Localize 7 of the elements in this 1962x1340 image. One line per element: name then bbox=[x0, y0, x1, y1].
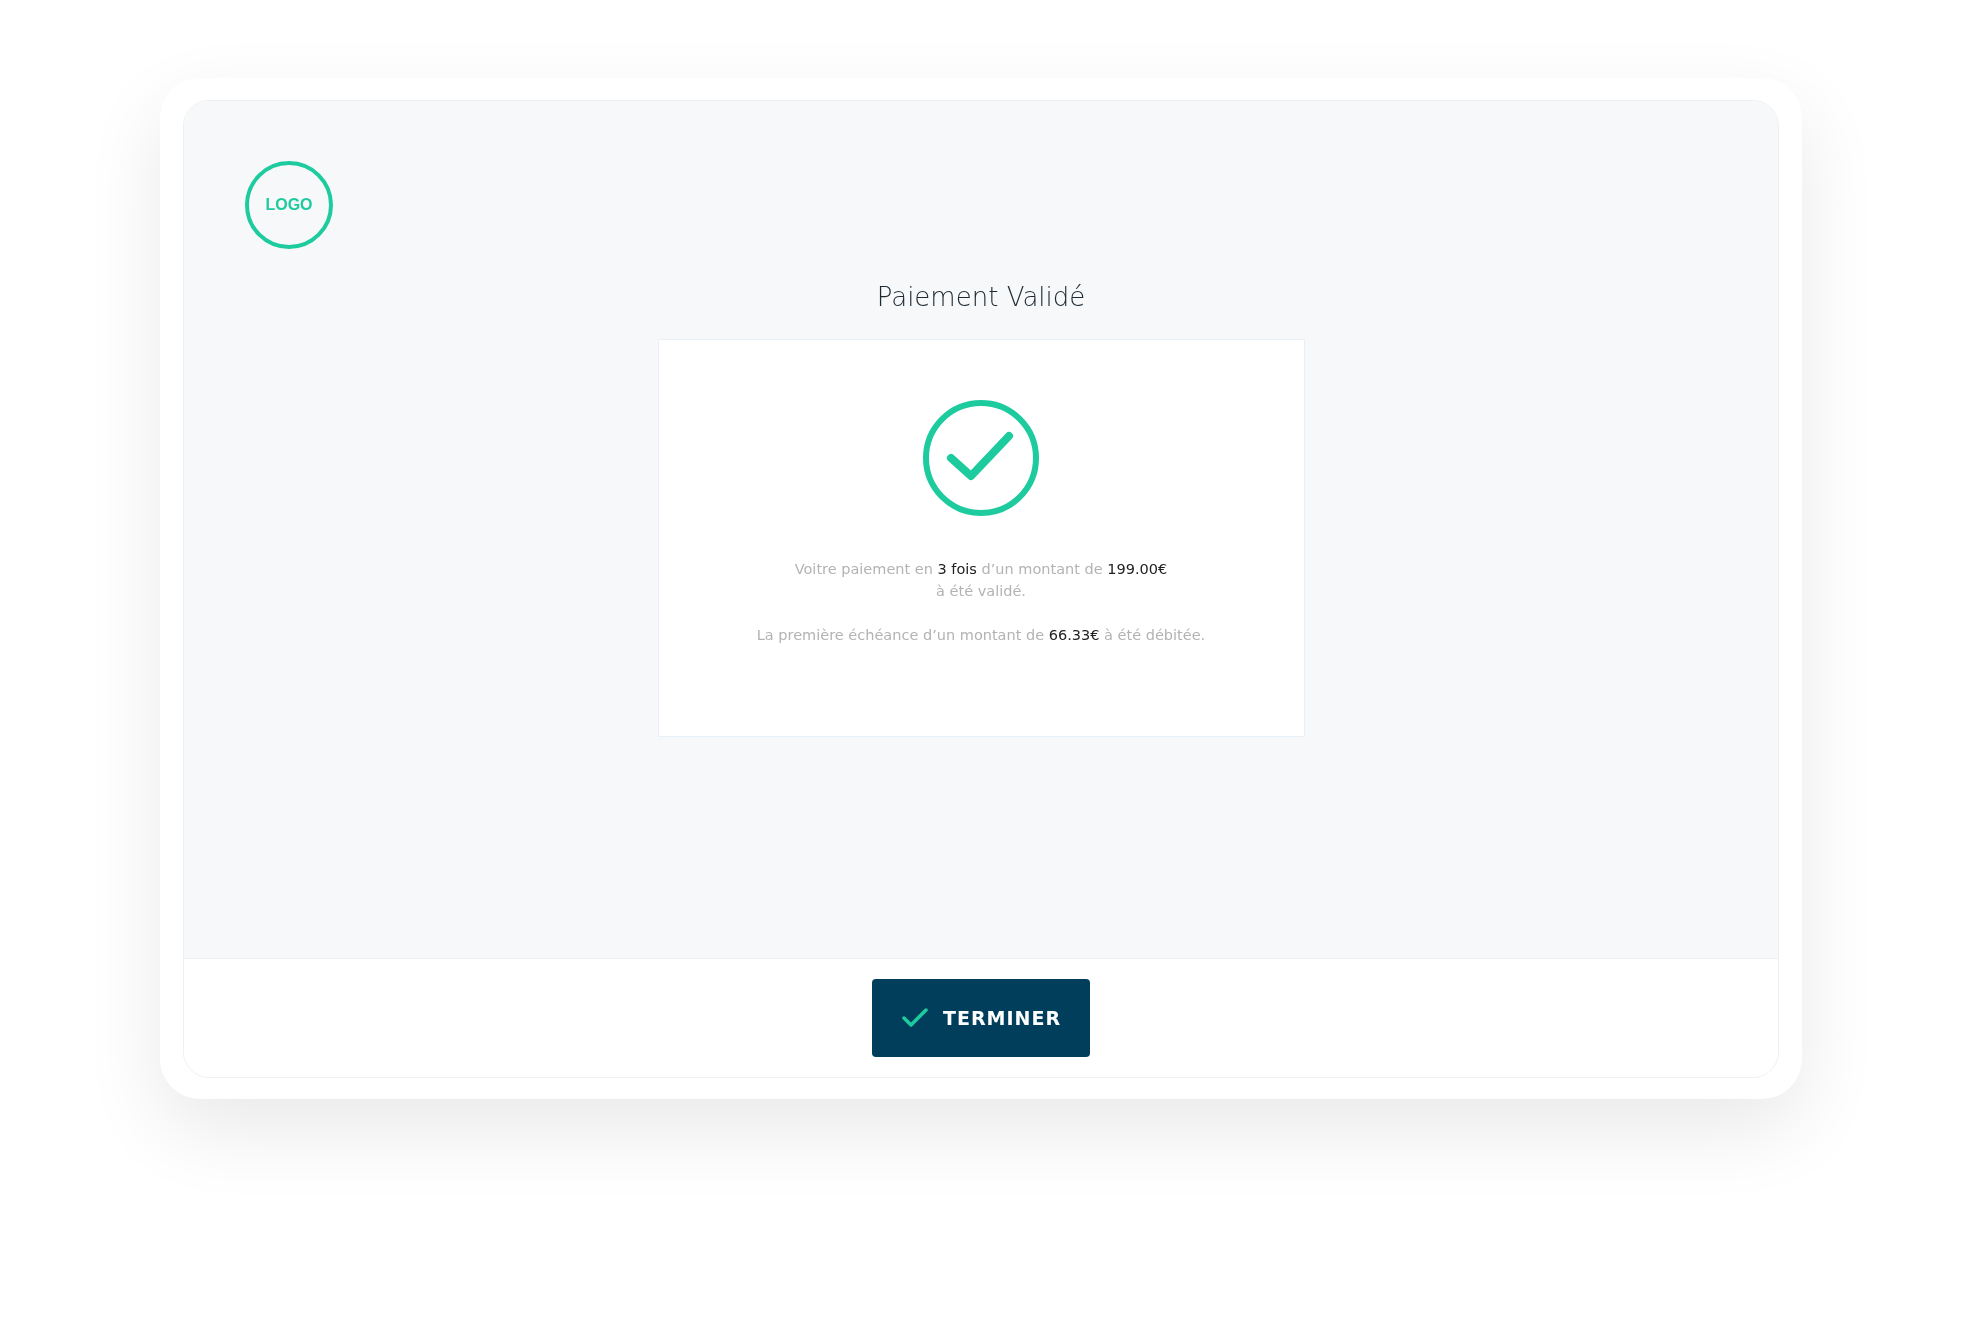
check-icon bbox=[900, 1007, 929, 1029]
confirmation-text: La première échéance d’un montant de 66.33€ à été débitée. bbox=[756, 626, 1206, 645]
check-circle-icon bbox=[921, 398, 1041, 518]
confirmation-text: Voitre paiement en 3 fois d’un montant de 199.00€ à été validé. bbox=[794, 560, 1168, 601]
finish-button[interactable]: TERMINER bbox=[872, 979, 1090, 1057]
page-title: Paiement Validé bbox=[876, 281, 1086, 314]
logo: LOGO bbox=[245, 161, 333, 249]
